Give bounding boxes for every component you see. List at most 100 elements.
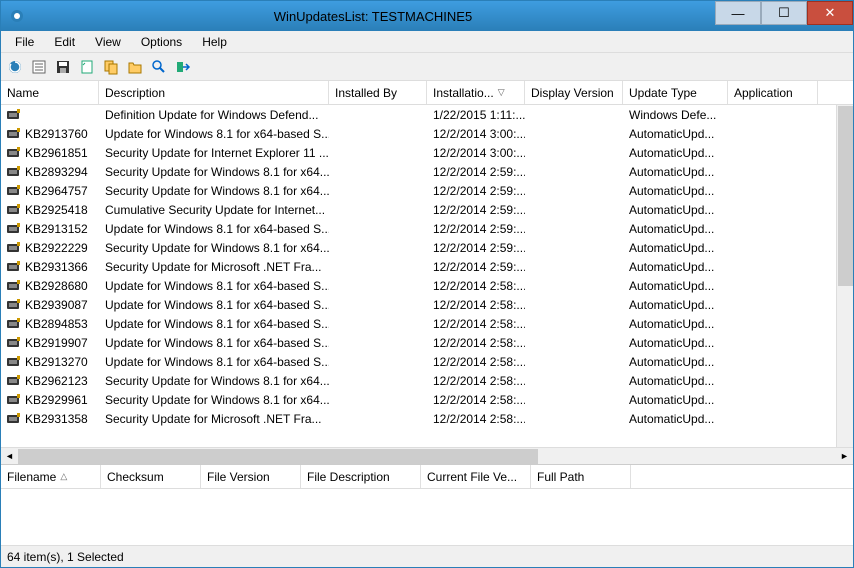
menu-view[interactable]: View: [85, 33, 131, 51]
row-date: 12/2/2014 2:59:...: [427, 222, 525, 236]
row-date: 12/2/2014 2:59:...: [427, 184, 525, 198]
list-body: Definition Update for Windows Defend...1…: [1, 105, 853, 447]
row-update-type: AutomaticUpd...: [623, 317, 728, 331]
row-date: 12/2/2014 2:58:...: [427, 336, 525, 350]
table-row[interactable]: KB2962123Security Update for Windows 8.1…: [1, 371, 853, 390]
scrollbar-thumb[interactable]: [18, 449, 538, 464]
copy-icon[interactable]: [101, 57, 121, 77]
find-icon[interactable]: [149, 57, 169, 77]
save-icon[interactable]: [53, 57, 73, 77]
detail-column-full-path[interactable]: Full Path: [531, 465, 631, 488]
detail-column-filename[interactable]: Filename△: [1, 465, 101, 488]
row-name: KB2962123: [25, 374, 88, 388]
menu-file[interactable]: File: [5, 33, 44, 51]
column-description[interactable]: Description: [99, 81, 329, 104]
close-button[interactable]: ✕: [807, 1, 853, 25]
row-name: KB2919907: [25, 336, 88, 350]
row-update-type: AutomaticUpd...: [623, 412, 728, 426]
row-date: 12/2/2014 3:00:...: [427, 146, 525, 160]
statusbar: 64 item(s), 1 Selected: [1, 545, 853, 567]
table-row[interactable]: KB2913760Update for Windows 8.1 for x64-…: [1, 124, 853, 143]
row-description: Security Update for Windows 8.1 for x64.…: [99, 184, 329, 198]
table-row[interactable]: KB2913270 Update for Windows 8.1 for x64-…: [1, 352, 853, 371]
scroll-left-icon[interactable]: ◄: [1, 448, 18, 465]
row-date: 12/2/2014 2:58:...: [427, 412, 525, 426]
column-application[interactable]: Application: [728, 81, 818, 104]
window-controls: — ☐ ✕: [715, 1, 853, 31]
detail-column-file-version[interactable]: File Version: [201, 465, 301, 488]
row-description: Update for Windows 8.1 for x64-based S..…: [99, 355, 329, 369]
row-description: Security Update for Internet Explorer 11…: [99, 146, 329, 160]
scrollbar-thumb[interactable]: [838, 106, 853, 286]
row-update-type: AutomaticUpd...: [623, 146, 728, 160]
column-installed-by[interactable]: Installed By: [329, 81, 427, 104]
table-row[interactable]: KB2964757 Security Update for Windows 8.1…: [1, 181, 853, 200]
report-icon[interactable]: [77, 57, 97, 77]
table-row[interactable]: KB2894853Update for Windows 8.1 for x64-…: [1, 314, 853, 333]
update-icon: [7, 337, 21, 349]
table-row[interactable]: KB2925418Cumulative Security Update for …: [1, 200, 853, 219]
update-icon: [7, 356, 21, 368]
column-display-version[interactable]: Display Version: [525, 81, 623, 104]
maximize-button[interactable]: ☐: [761, 1, 807, 25]
toolbar: [1, 53, 853, 81]
table-row[interactable]: KB2931366Security Update for Microsoft .…: [1, 257, 853, 276]
row-description: Update for Windows 8.1 for x64-based S..…: [99, 298, 329, 312]
table-row[interactable]: KB2919907 Update for Windows 8.1 for x64-…: [1, 333, 853, 352]
row-date: 12/2/2014 2:59:...: [427, 260, 525, 274]
update-icon: [7, 185, 21, 197]
row-description: Update for Windows 8.1 for x64-based S..…: [99, 336, 329, 350]
table-row[interactable]: KB2931358Security Update for Microsoft .…: [1, 409, 853, 428]
detail-column-checksum[interactable]: Checksum: [101, 465, 201, 488]
open-icon[interactable]: [125, 57, 145, 77]
table-row[interactable]: KB2961851Security Update for Internet Ex…: [1, 143, 853, 162]
vertical-scrollbar[interactable]: [836, 105, 853, 447]
horizontal-scrollbar[interactable]: ◄ ►: [1, 447, 853, 464]
status-text: 64 item(s), 1 Selected: [7, 550, 124, 564]
row-name: KB2964757: [25, 184, 88, 198]
column-name[interactable]: Name: [1, 81, 99, 104]
row-update-type: AutomaticUpd...: [623, 203, 728, 217]
main-list: Name Description Installed By Installati…: [1, 81, 853, 465]
row-description: Security Update for Windows 8.1 for x64.…: [99, 241, 329, 255]
properties-icon[interactable]: [29, 57, 49, 77]
row-date: 12/2/2014 2:59:...: [427, 203, 525, 217]
update-icon: [7, 128, 21, 140]
detail-column-current-file-version[interactable]: Current File Ve...: [421, 465, 531, 488]
update-icon: [7, 280, 21, 292]
detail-column-file-description[interactable]: File Description: [301, 465, 421, 488]
column-update-type[interactable]: Update Type: [623, 81, 728, 104]
table-row[interactable]: KB2929961Security Update for Windows 8.1…: [1, 390, 853, 409]
update-icon: [7, 109, 21, 121]
row-date: 1/22/2015 1:11:...: [427, 108, 525, 122]
row-description: Update for Windows 8.1 for x64-based S..…: [99, 279, 329, 293]
column-installation-date[interactable]: Installatio...▽: [427, 81, 525, 104]
row-name: KB2931366: [25, 260, 88, 274]
menu-edit[interactable]: Edit: [44, 33, 85, 51]
table-row[interactable]: KB2928680Update for Windows 8.1 for x64-…: [1, 276, 853, 295]
row-date: 12/2/2014 2:58:...: [427, 317, 525, 331]
row-update-type: AutomaticUpd...: [623, 393, 728, 407]
table-row[interactable]: Definition Update for Windows Defend...1…: [1, 105, 853, 124]
row-name: KB2929961: [25, 393, 88, 407]
row-update-type: AutomaticUpd...: [623, 184, 728, 198]
window-title: WinUpdatesList: TESTMACHINE5: [31, 9, 715, 24]
table-row[interactable]: KB2939087Update for Windows 8.1 for x64-…: [1, 295, 853, 314]
exit-icon[interactable]: [173, 57, 193, 77]
row-name: KB2913270: [25, 355, 88, 369]
row-update-type: AutomaticUpd...: [623, 374, 728, 388]
update-icon: [7, 223, 21, 235]
menu-options[interactable]: Options: [131, 33, 192, 51]
refresh-icon[interactable]: [5, 57, 25, 77]
row-update-type: AutomaticUpd...: [623, 241, 728, 255]
menu-help[interactable]: Help: [192, 33, 237, 51]
row-name: KB2922229: [25, 241, 88, 255]
menubar: File Edit View Options Help: [1, 31, 853, 53]
table-row[interactable]: KB2893294Security Update for Windows 8.1…: [1, 162, 853, 181]
scroll-right-icon[interactable]: ►: [836, 448, 853, 465]
row-date: 12/2/2014 2:58:...: [427, 393, 525, 407]
table-row[interactable]: KB2913152Update for Windows 8.1 for x64-…: [1, 219, 853, 238]
row-update-type: AutomaticUpd...: [623, 279, 728, 293]
minimize-button[interactable]: —: [715, 1, 761, 25]
table-row[interactable]: KB2922229 Security Update for Windows 8.1…: [1, 238, 853, 257]
